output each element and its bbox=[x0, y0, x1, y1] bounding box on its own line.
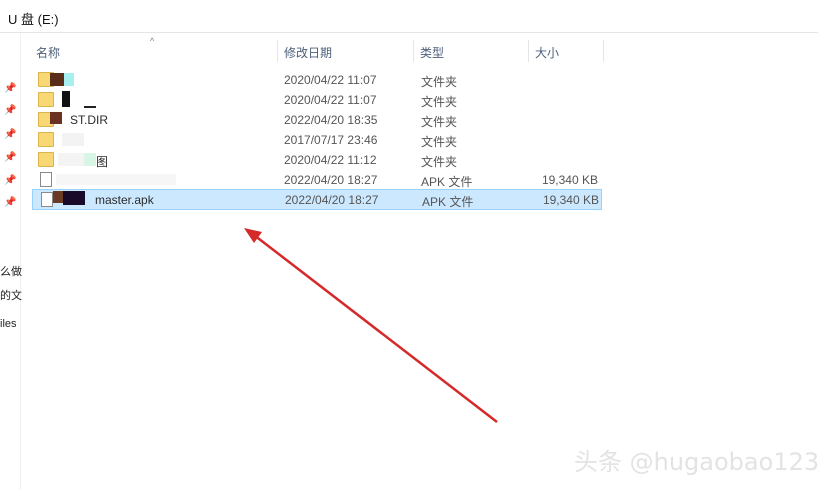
red-arrow-annotation bbox=[244, 228, 498, 423]
watermark: 头条 @hugaobao123 bbox=[574, 448, 818, 476]
arrow-head bbox=[244, 228, 262, 243]
arrow-shaft bbox=[253, 234, 498, 423]
